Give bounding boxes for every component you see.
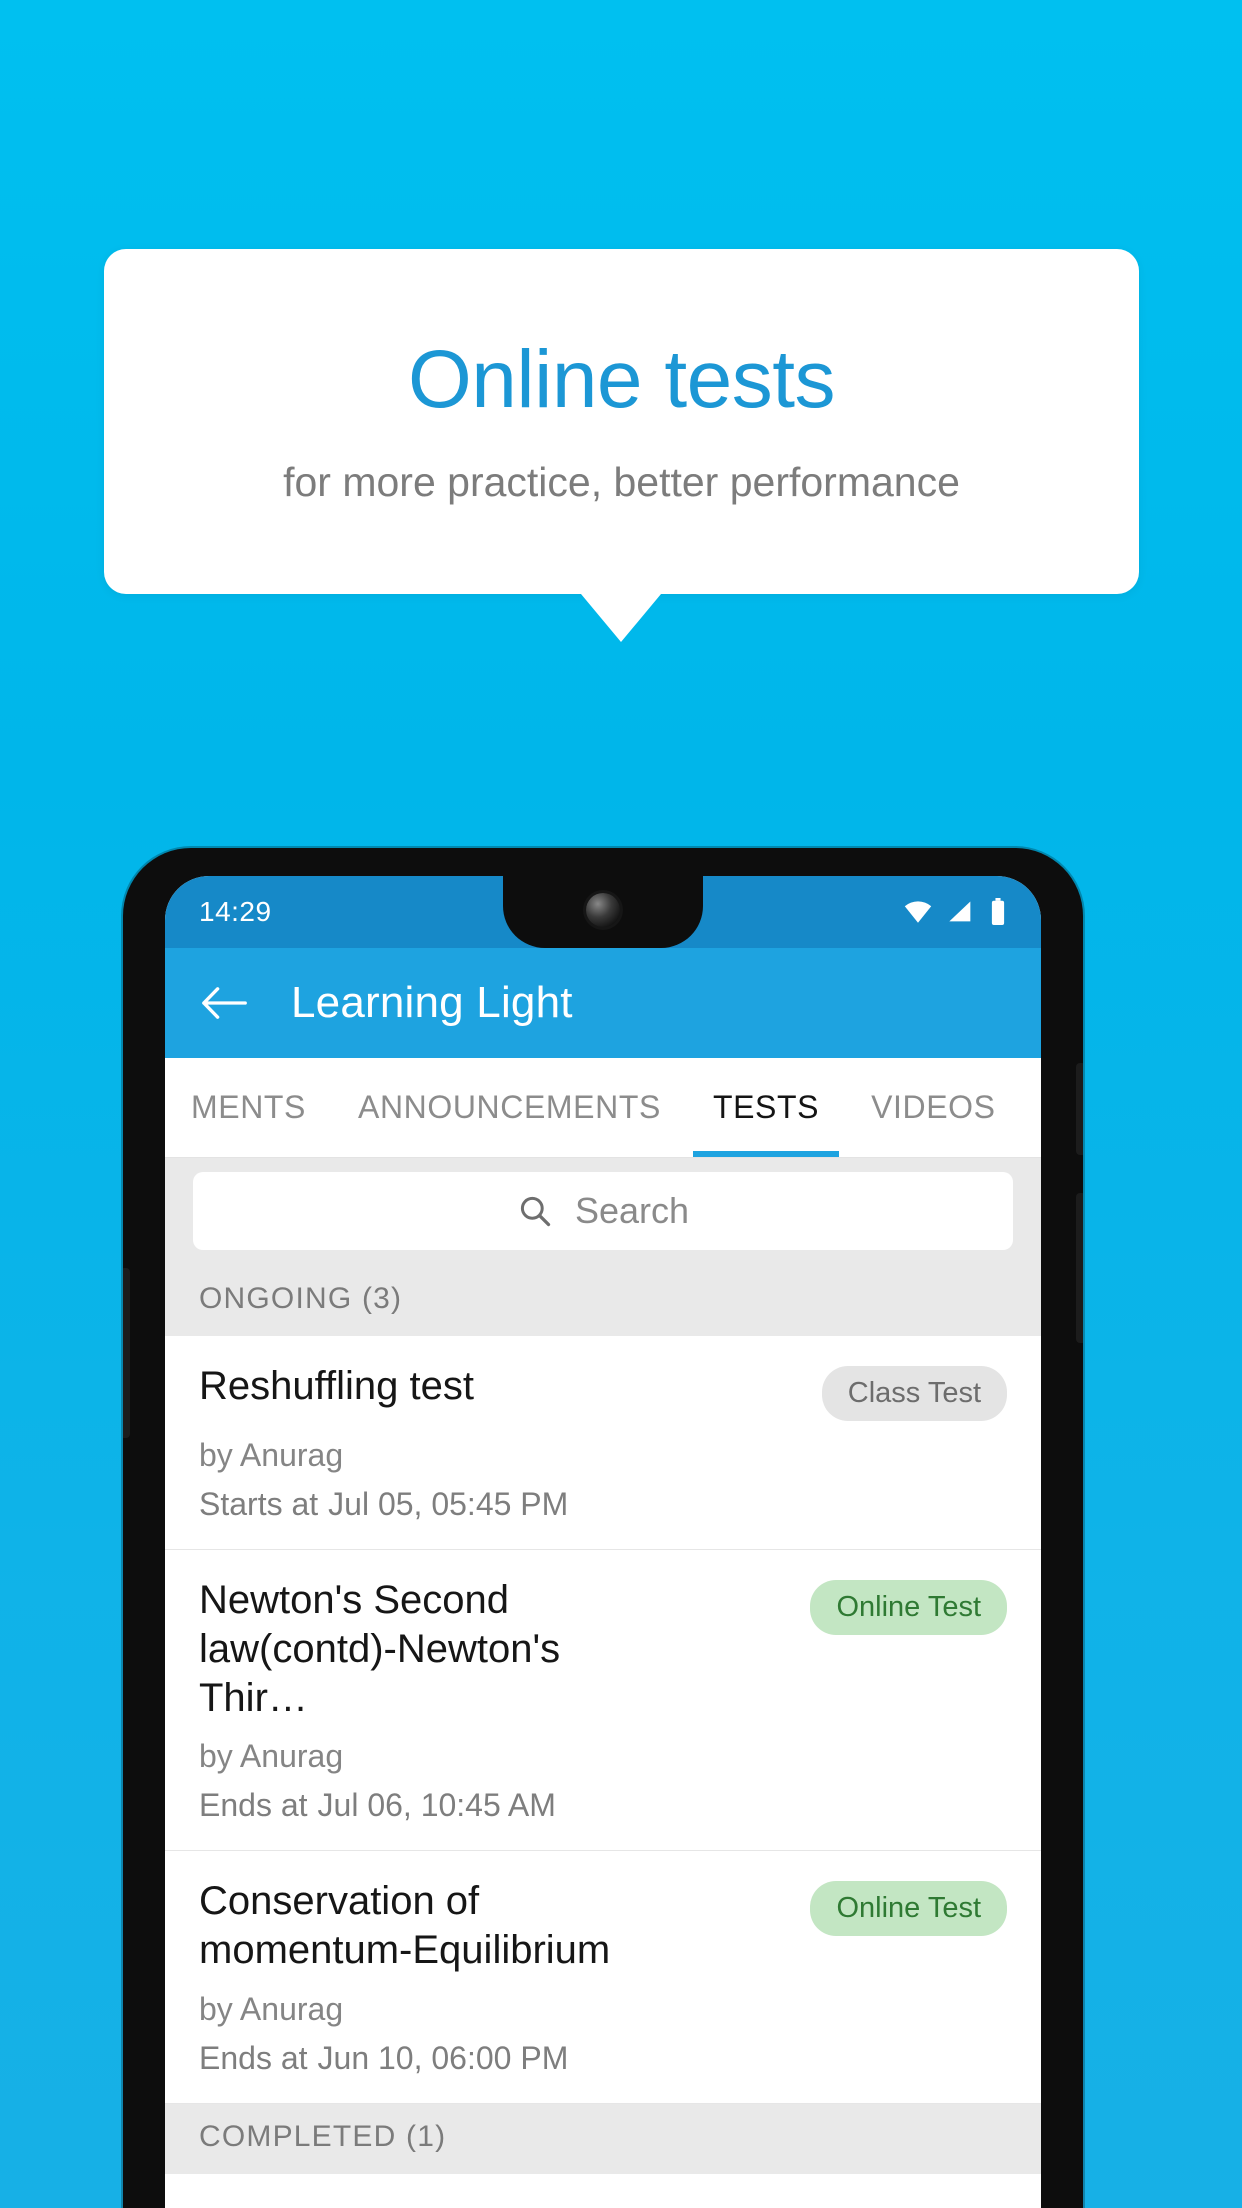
status-badge: Online Test [810,1580,1007,1635]
camera-notch [503,876,703,948]
test-card-header: Reshuffling test Class Test [199,1362,1007,1421]
test-list-item[interactable]: Reshuffling test Class Test by Anurag St… [165,1336,1041,1550]
promo-callout-card: Online tests for more practice, better p… [104,249,1139,594]
battery-icon [991,898,1005,925]
tab-announcements[interactable]: ANNOUNCEMENTS [332,1058,687,1157]
test-time: Ends at Jun 10, 06:00 PM [199,2040,1007,2077]
signal-icon [949,901,971,922]
test-list-item[interactable]: Newton's Second law(contd)-Newton's Thir… [165,1550,1041,1852]
test-time-label: Starts at [199,1486,319,1522]
status-bar-clock: 14:29 [199,896,272,927]
back-arrow-icon[interactable] [201,980,247,1026]
promo-title: Online tests [408,333,835,425]
wifi-icon [904,901,932,923]
test-list-item[interactable]: Conservation of momentum-Equilibrium Onl… [165,1851,1041,2104]
test-author: by Anurag [199,1437,344,1473]
test-title: Newton's Second law(contd)-Newton's Thir… [199,1578,561,1720]
tab-ments[interactable]: MENTS [165,1058,332,1157]
promo-subtitle: for more practice, better performance [283,459,960,506]
status-bar-icons [903,898,1007,926]
phone-side-button-left [123,1268,130,1438]
status-badge: Online Test [810,1881,1007,1937]
tab-videos[interactable]: VIDEOS [845,1058,1022,1157]
page-title: Learning Light [291,978,573,1027]
section-header-completed: COMPLETED (1) [165,2103,1041,2174]
test-card-header: Newton's Second law(contd)-Newton's Thir… [199,1576,1007,1722]
search-input[interactable]: Search [193,1172,1013,1250]
test-title: Reshuffling test [199,1364,474,1408]
front-camera-icon [586,893,620,927]
promo-callout-tail [581,594,661,642]
search-container: Search [165,1158,1041,1266]
test-time-value: Jul 06, 10:45 AM [317,1787,556,1824]
phone-mockup: 14:29 Learning Light MENTS ANNOUNCEMENTS… [123,848,1083,2208]
section-header-ongoing: ONGOING (3) [165,1266,1041,1336]
tab-bar: MENTS ANNOUNCEMENTS TESTS VIDEOS [165,1058,1041,1158]
app-bar: Learning Light [165,948,1041,1058]
search-placeholder: Search [574,1190,690,1231]
test-time: Starts at Jul 05, 05:45 PM [199,1486,1007,1523]
status-bar: 14:29 [165,876,1041,948]
phone-power-button [1076,1063,1083,1155]
test-title: Conservation of momentum-Equilibrium [199,1879,611,1973]
phone-screen: 14:29 Learning Light MENTS ANNOUNCEMENTS… [165,876,1041,2208]
search-icon [520,1196,551,1227]
test-author: by Anurag [199,1738,344,1775]
tab-tests[interactable]: TESTS [687,1058,845,1157]
status-badge: Class Test [821,1366,1007,1421]
test-time-value: Jun 10, 06:00 PM [317,2039,569,2076]
test-time-label: Ends at [199,1787,308,1824]
phone-volume-button [1076,1193,1083,1343]
test-time-label: Ends at [199,2039,308,2076]
test-time-value: Jul 05, 05:45 PM [328,1486,569,1522]
test-author: by Anurag [199,1990,344,2027]
test-card-header: Conservation of momentum-Equilibrium Onl… [199,1877,1007,1975]
test-time: Ends at Jul 06, 10:45 AM [199,1787,1007,1824]
